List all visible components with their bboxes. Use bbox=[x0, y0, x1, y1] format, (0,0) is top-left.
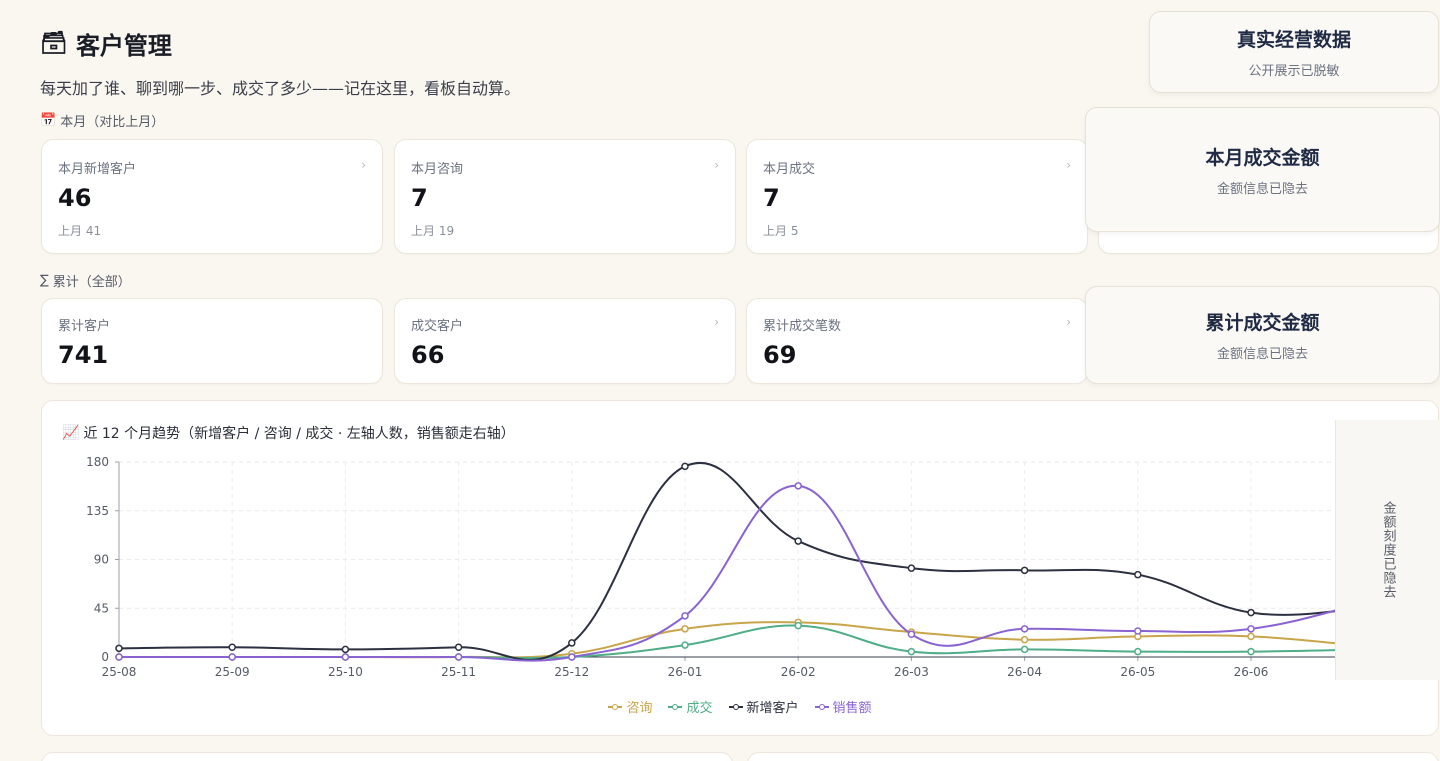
legend-item-3[interactable]: 销售额 bbox=[814, 697, 872, 716]
trend-chart: 0 45 90 135 180 25-08 25-09 25-10 25-11 25-12 26-0… bbox=[86, 455, 1382, 679]
series-line-3 bbox=[118, 484, 1365, 662]
card-total-deal-count[interactable]: 累计成交笔数 › 69 bbox=[746, 298, 1088, 384]
data-point bbox=[794, 621, 802, 630]
x-tick-label: 25-08 bbox=[102, 665, 137, 679]
overlay-total-amount: 累计成交金额 金额信息已隐去 bbox=[1085, 286, 1440, 384]
data-point bbox=[1247, 647, 1255, 656]
legend-label: 新增客户 bbox=[746, 701, 799, 716]
y-tick-label: 0 bbox=[101, 650, 109, 664]
data-point bbox=[454, 653, 463, 661]
data-point bbox=[228, 653, 236, 661]
data-point bbox=[1020, 566, 1029, 575]
sigma-icon: ∑ bbox=[40, 273, 49, 288]
data-point bbox=[1134, 647, 1142, 656]
card-total-customers[interactable]: 累计客户 741 bbox=[41, 298, 383, 384]
data-point bbox=[568, 653, 576, 661]
bottom-card-right bbox=[747, 752, 1439, 761]
right-axis-mask: 金额刻度已隐去 bbox=[1335, 420, 1440, 680]
chevron-right-icon: › bbox=[361, 158, 366, 172]
y-tick-label: 135 bbox=[86, 504, 109, 518]
overlay-month-amount: 本月成交金额 金额信息已隐去 bbox=[1085, 107, 1440, 232]
data-point bbox=[1247, 632, 1255, 641]
page-header: 🗃 客户管理 每天加了谁、聊到哪一步、成交了多少——记在这里，看板自动算。 bbox=[40, 26, 520, 99]
chart-legend: 咨询 成交 新增客户 销售额 bbox=[42, 697, 1438, 716]
data-point bbox=[681, 641, 689, 649]
data-point bbox=[794, 482, 802, 490]
data-point bbox=[568, 639, 576, 647]
series-line-2 bbox=[118, 461, 1365, 661]
x-tick-label: 26-05 bbox=[1120, 665, 1155, 679]
month-section-label: 📅 本月（对比上月） bbox=[40, 113, 165, 130]
x-tick-label: 25-11 bbox=[441, 665, 476, 679]
bottom-card-left bbox=[41, 752, 733, 761]
x-tick-label: 26-06 bbox=[1234, 665, 1269, 679]
legend-swatch bbox=[668, 702, 683, 712]
y-tick-label: 90 bbox=[94, 553, 109, 567]
x-tick-label: 26-04 bbox=[1007, 665, 1042, 679]
data-point bbox=[1134, 627, 1142, 635]
legend-swatch bbox=[728, 702, 743, 712]
data-point bbox=[794, 537, 802, 545]
card-month-new-customers[interactable]: 本月新增客户 › 46 上月 41 bbox=[41, 139, 383, 254]
series-line-1 bbox=[118, 624, 1365, 660]
chevron-right-icon: › bbox=[1066, 158, 1071, 172]
legend-label: 成交 bbox=[686, 701, 713, 716]
data-point bbox=[681, 462, 689, 471]
legend-label: 咨询 bbox=[626, 701, 653, 716]
data-point bbox=[681, 612, 689, 620]
data-point bbox=[1247, 625, 1255, 633]
legend-item-2[interactable]: 新增客户 bbox=[728, 697, 799, 716]
data-point bbox=[1247, 608, 1255, 617]
x-tick-label: 26-03 bbox=[894, 665, 929, 679]
data-point bbox=[341, 645, 350, 654]
data-point bbox=[115, 644, 123, 653]
legend-swatch bbox=[814, 702, 829, 712]
x-tick-label: 25-09 bbox=[215, 665, 250, 679]
page: 🗃 客户管理 每天加了谁、聊到哪一步、成交了多少——记在这里，看板自动算。 📅 … bbox=[0, 0, 1440, 761]
chevron-right-icon: › bbox=[714, 315, 719, 329]
calendar-icon: 📅 bbox=[40, 113, 57, 128]
x-tick-label: 26-01 bbox=[668, 665, 703, 679]
data-point bbox=[907, 630, 916, 638]
legend-label: 销售额 bbox=[832, 701, 872, 716]
data-point bbox=[681, 625, 689, 633]
data-point bbox=[115, 653, 123, 661]
y-tick-label: 45 bbox=[94, 601, 109, 615]
data-point bbox=[907, 647, 916, 656]
legend-item-0[interactable]: 咨询 bbox=[608, 697, 652, 716]
data-point bbox=[341, 653, 350, 661]
x-tick-label: 25-10 bbox=[328, 665, 363, 679]
legend-swatch bbox=[608, 702, 623, 712]
y-tick-label: 180 bbox=[86, 455, 109, 469]
trend-chart-card: 📈 近 12 个月趋势（新增客户 / 咨询 / 成交 · 左轴人数，销售额走右轴… bbox=[41, 400, 1439, 736]
data-point bbox=[1020, 645, 1029, 654]
chevron-right-icon: › bbox=[1066, 315, 1071, 329]
card-deal-customers[interactable]: 成交客户 › 66 bbox=[394, 298, 736, 384]
cabinet-icon: 🗃 bbox=[40, 31, 68, 56]
x-tick-label: 26-02 bbox=[781, 665, 816, 679]
data-point bbox=[454, 643, 463, 651]
card-month-deals[interactable]: 本月成交 › 7 上月 5 bbox=[746, 139, 1088, 254]
data-point bbox=[1134, 570, 1142, 579]
total-section-label: ∑ 累计（全部） bbox=[40, 273, 131, 290]
data-point bbox=[1020, 635, 1029, 644]
chevron-right-icon: › bbox=[714, 158, 719, 172]
page-subtitle: 每天加了谁、聊到哪一步、成交了多少——记在这里，看板自动算。 bbox=[40, 79, 521, 98]
card-month-consult[interactable]: 本月咨询 › 7 上月 19 bbox=[394, 139, 736, 254]
data-point bbox=[1020, 625, 1029, 633]
legend-item-1[interactable]: 成交 bbox=[668, 697, 713, 716]
page-title: 🗃 客户管理 bbox=[40, 31, 172, 60]
x-tick-label: 25-12 bbox=[554, 665, 589, 679]
data-point bbox=[228, 643, 236, 651]
data-point bbox=[907, 564, 916, 572]
overlay-real-data: 真实经营数据 公开展示已脱敏 bbox=[1149, 11, 1439, 93]
